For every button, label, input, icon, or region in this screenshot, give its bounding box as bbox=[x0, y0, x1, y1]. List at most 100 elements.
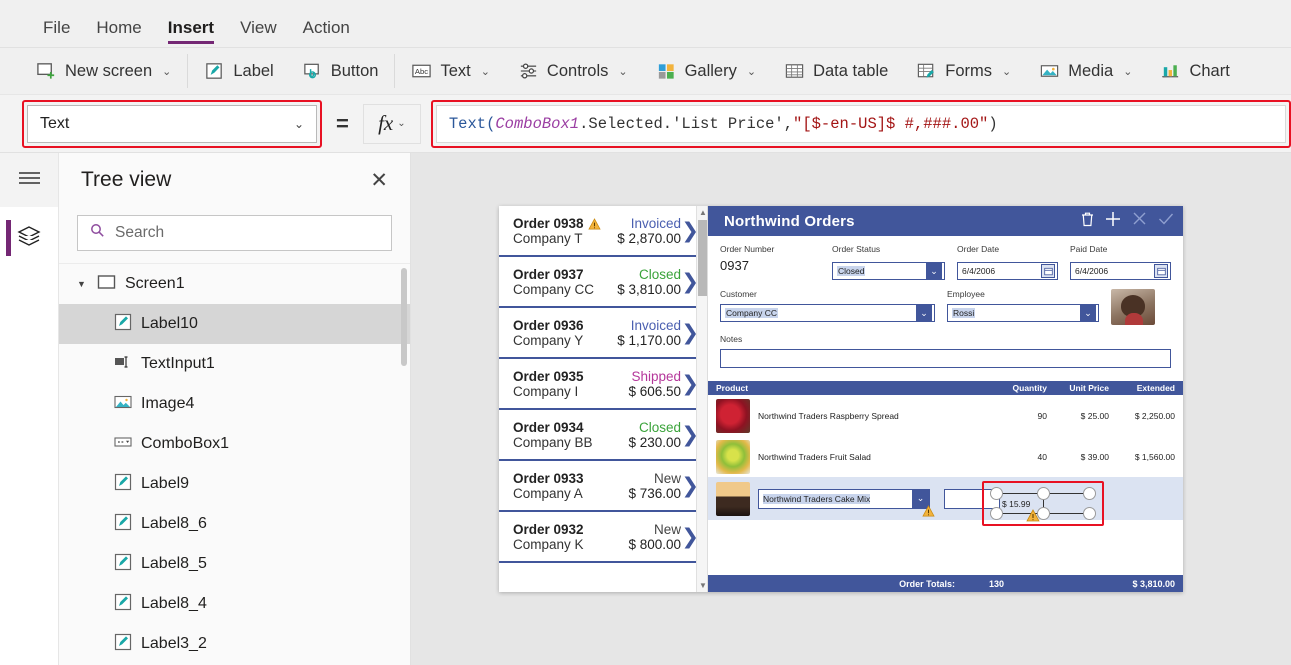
chevron-down-icon[interactable]: ⌄ bbox=[1002, 65, 1011, 78]
order-date-input[interactable]: 6/4/2006 bbox=[957, 262, 1058, 280]
order-number: Order 0932 bbox=[513, 522, 584, 537]
formula-input[interactable]: Text( ComboBox1 .Selected.'List Price', "… bbox=[435, 104, 1286, 143]
search-input[interactable]: Search bbox=[77, 215, 392, 251]
gallery-scroll-thumb[interactable] bbox=[698, 220, 707, 296]
product-combobox[interactable]: Northwind Traders Cake Mix ⌄ bbox=[758, 488, 935, 516]
menu-item-home[interactable]: Home bbox=[83, 19, 154, 47]
scroll-down-icon[interactable]: ▼ bbox=[699, 581, 707, 590]
gallery-item[interactable]: Order 0935 Shipped Company I $ 606.50 ❯ bbox=[499, 359, 707, 410]
tree-view-scrollbar[interactable] bbox=[401, 268, 407, 366]
gallery-item[interactable]: Order 0934 Closed Company BB $ 230.00 ❯ bbox=[499, 410, 707, 461]
calendar-icon[interactable] bbox=[1041, 264, 1055, 278]
formula-token-function: Text( bbox=[448, 114, 496, 133]
tree-item-screen1[interactable]: ▼ Screen1 bbox=[59, 264, 410, 304]
gallery-item[interactable]: Order 0933 New Company A $ 736.00 ❯ bbox=[499, 461, 707, 512]
product-row[interactable]: Northwind Traders Fruit Salad 40 $ 39.00… bbox=[708, 436, 1183, 477]
tree-item-textinput1[interactable]: TextInput1 bbox=[59, 344, 410, 384]
employee-avatar bbox=[1111, 289, 1155, 325]
employee-dropdown[interactable]: Rossi ⌄ bbox=[947, 304, 1099, 322]
formula-token-string: "[$-en-US]$ #,###.00" bbox=[793, 114, 989, 133]
gallery-item[interactable]: Order 0932 New Company K $ 800.00 ❯ bbox=[499, 512, 707, 563]
fx-button[interactable]: fx ⌄ bbox=[362, 103, 421, 144]
property-selector-highlight: Text ⌄ bbox=[22, 99, 322, 148]
field-value: Rossi bbox=[952, 308, 976, 318]
tree-item-label8-6[interactable]: Label8_6 bbox=[59, 504, 410, 544]
tree-item-label: TextInput1 bbox=[141, 355, 215, 372]
order-status: Invoiced bbox=[630, 318, 681, 333]
notes-input[interactable] bbox=[720, 349, 1171, 368]
ribbon-toolbar: New screen ⌄ Label Button Abc Text ⌄ Con… bbox=[0, 48, 1291, 95]
cancel-icon bbox=[1131, 210, 1148, 232]
chevron-down-icon[interactable]: ⌄ bbox=[162, 65, 171, 78]
label-icon bbox=[114, 473, 132, 496]
add-icon[interactable] bbox=[1104, 210, 1122, 233]
ribbon-button-button[interactable]: Button bbox=[288, 52, 393, 90]
calendar-icon[interactable] bbox=[1154, 264, 1168, 278]
menu-item-action[interactable]: Action bbox=[290, 19, 363, 47]
tree-item-combobox1[interactable]: ComboBox1 bbox=[59, 424, 410, 464]
menu-item-view[interactable]: View bbox=[227, 19, 290, 47]
tree-item-label3-2[interactable]: Label3_2 bbox=[59, 624, 410, 664]
field-value: 6/4/2006 bbox=[1075, 266, 1109, 276]
field-order-date: Order Date 6/4/2006 bbox=[957, 244, 1058, 280]
ribbon-controls-button[interactable]: Controls ⌄ bbox=[504, 52, 642, 90]
chevron-down-icon[interactable]: ⌄ bbox=[1123, 65, 1132, 78]
ribbon-forms-button[interactable]: Forms ⌄ bbox=[902, 52, 1025, 90]
product-name: Northwind Traders Fruit Salad bbox=[758, 451, 871, 462]
formula-token-control: ComboBox1 bbox=[495, 114, 580, 133]
ribbon-new-screen-button[interactable]: New screen ⌄ bbox=[22, 52, 185, 90]
product-row[interactable]: Northwind Traders Raspberry Spread 90 $ … bbox=[708, 395, 1183, 436]
chevron-down-icon[interactable]: ⌄ bbox=[397, 118, 405, 129]
chevron-down-icon[interactable]: ⌄ bbox=[926, 263, 942, 279]
tree-item-image4[interactable]: Image4 bbox=[59, 384, 410, 424]
chevron-down-icon[interactable]: ⌄ bbox=[481, 65, 490, 78]
menu-bar: File Home Insert View Action bbox=[0, 0, 1291, 48]
new-product-row[interactable]: Northwind Traders Cake Mix ⌄ $ 15.99 bbox=[708, 477, 1183, 526]
tree-view-rail-button[interactable] bbox=[0, 207, 58, 269]
ribbon-gallery-button[interactable]: Gallery ⌄ bbox=[642, 52, 770, 90]
label-icon bbox=[114, 633, 132, 656]
chevron-down-icon[interactable]: ⌄ bbox=[294, 117, 304, 131]
menu-item-insert[interactable]: Insert bbox=[155, 19, 227, 47]
svg-text:Abc: Abc bbox=[415, 67, 428, 76]
tree-item-label8-5[interactable]: Label8_5 bbox=[59, 544, 410, 584]
warning-icon bbox=[587, 217, 601, 229]
ribbon-data-table-button[interactable]: Data table bbox=[770, 52, 902, 90]
products-table-header: Product Quantity Unit Price Extended bbox=[708, 381, 1183, 395]
tree-item-label9[interactable]: Label9 bbox=[59, 464, 410, 504]
customer-dropdown[interactable]: Company CC ⌄ bbox=[720, 304, 935, 322]
order-status-dropdown[interactable]: Closed ⌄ bbox=[832, 262, 945, 280]
ribbon-label-button[interactable]: Label bbox=[190, 52, 287, 90]
ribbon-chart-button[interactable]: Chart bbox=[1146, 52, 1243, 90]
chevron-down-icon[interactable]: ⌄ bbox=[618, 65, 627, 78]
gallery-item[interactable]: Order 0938 Invoiced Company T $ 2,870.00… bbox=[499, 206, 707, 257]
ribbon-text-label: Text bbox=[440, 61, 471, 80]
chevron-down-icon[interactable]: ⌄ bbox=[916, 305, 932, 321]
gallery-scrollbar[interactable]: ▲ ▼ bbox=[696, 206, 707, 592]
property-dropdown[interactable]: Text ⌄ bbox=[27, 104, 317, 143]
close-icon[interactable]: ✕ bbox=[370, 170, 388, 191]
gallery-item[interactable]: Order 0936 Invoiced Company Y $ 1,170.00… bbox=[499, 308, 707, 359]
tree-item-label: Label3_2 bbox=[141, 635, 207, 652]
chevron-down-icon[interactable]: ⌄ bbox=[1080, 305, 1096, 321]
tree-item-label10[interactable]: Label10 bbox=[59, 304, 410, 344]
order-company: Company Y bbox=[513, 333, 584, 348]
order-number: Order 0936 bbox=[513, 318, 584, 333]
hamburger-menu-button[interactable] bbox=[0, 153, 58, 207]
tree-view-list: ▼ Screen1 Label10 TextInput1 Image4 Comb… bbox=[59, 264, 410, 665]
quantity-input[interactable] bbox=[944, 488, 1000, 509]
image-icon bbox=[114, 394, 132, 415]
delete-icon[interactable] bbox=[1080, 211, 1095, 232]
chevron-down-icon[interactable]: ⌄ bbox=[747, 65, 756, 78]
ribbon-text-button[interactable]: Abc Text ⌄ bbox=[397, 52, 503, 90]
controls-icon bbox=[518, 61, 539, 81]
paid-date-input[interactable]: 6/4/2006 bbox=[1070, 262, 1171, 280]
ribbon-media-button[interactable]: Media ⌄ bbox=[1025, 52, 1146, 90]
gallery-item[interactable]: Order 0937 Closed Company CC $ 3,810.00 … bbox=[499, 257, 707, 308]
order-company: Company A bbox=[513, 486, 583, 501]
menu-item-file[interactable]: File bbox=[30, 19, 83, 47]
scroll-up-icon[interactable]: ▲ bbox=[699, 208, 707, 217]
tree-item-label8-4[interactable]: Label8_4 bbox=[59, 584, 410, 624]
field-value: 6/4/2006 bbox=[962, 266, 996, 276]
caret-expanded-icon[interactable]: ▼ bbox=[77, 279, 88, 289]
